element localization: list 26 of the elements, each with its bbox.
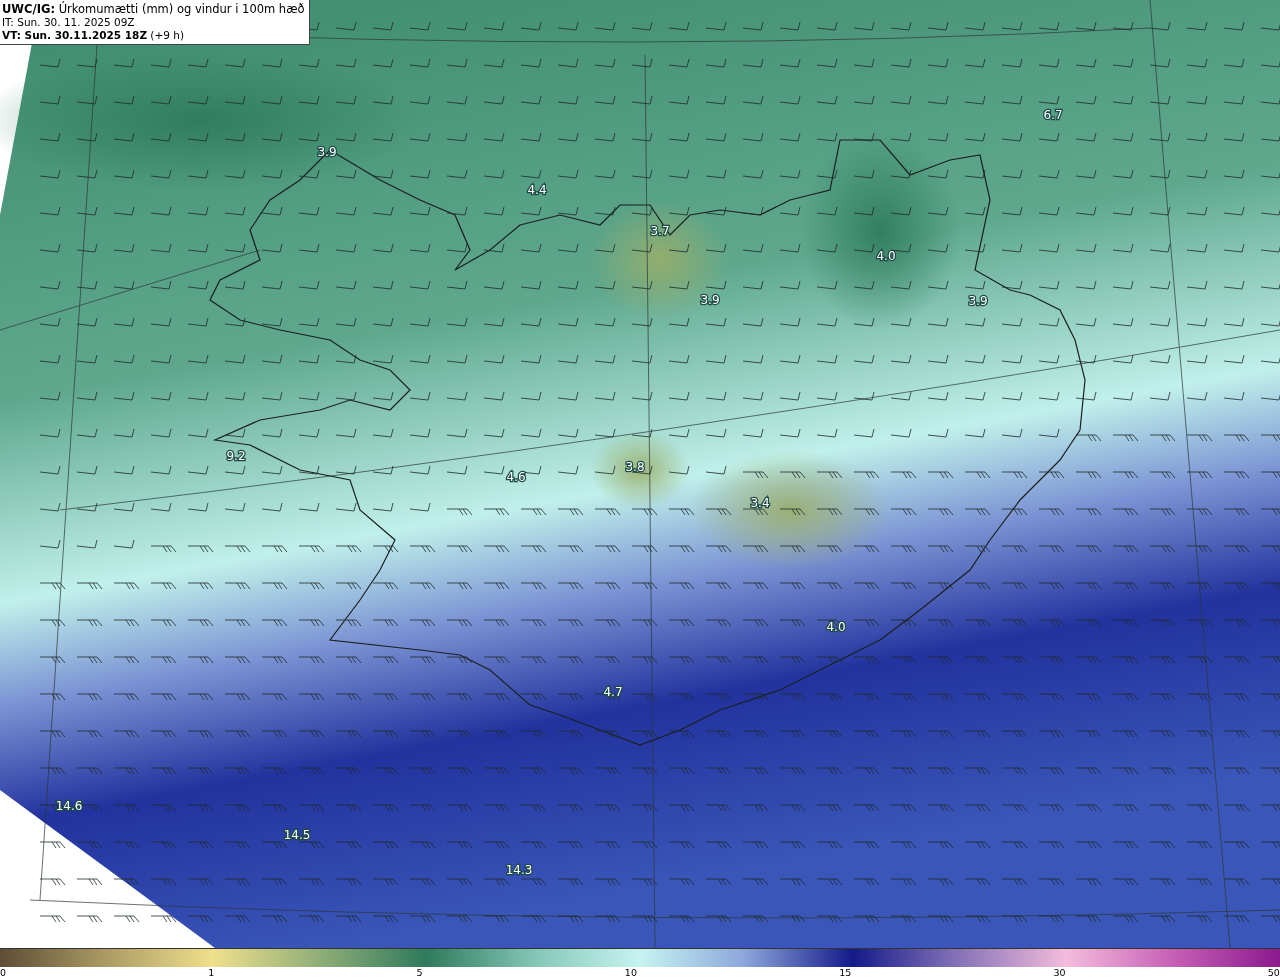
precipitation-value: 3.8 [625,460,645,474]
precipitation-value: 6.7 [1043,108,1063,122]
precipitation-value: 3.4 [750,496,770,510]
precipitation-value: 14.5 [283,828,311,842]
map-title: UWC/IG: Úrkomumætti (mm) og vindur i 100m hæð [2,3,305,16]
precipitation-value: 4.0 [876,249,896,263]
precipitation-value: 3.9 [700,293,720,307]
precipitation-value: 4.6 [506,470,526,484]
init-time: IT: Sun. 30. 11. 2025 09Z [2,16,136,29]
precipitation-value: 14.6 [55,799,83,813]
scale-tick-label: 5 [416,967,423,978]
scale-tick-label: 30 [1053,967,1066,978]
precipitation-value: 4.4 [527,183,547,197]
valid-time: VT: Sun. 30.11.2025 18Z (+9 h) [2,29,186,42]
precipitation-value: 3.9 [317,145,337,159]
precipitation-value: 9.2 [226,449,246,463]
scale-tick-label: 1 [208,967,215,978]
precipitation-value: 14.3 [505,863,533,877]
scale-tick-label: 50 [1267,967,1280,978]
scale-tick-label: 10 [624,967,637,978]
precipitation-value: 3.7 [650,224,670,238]
precipitation-value: 4.7 [603,685,623,699]
scale-tick-label: 0 [0,967,7,978]
scale-tick-label: 15 [839,967,852,978]
precipitation-value: 4.0 [826,620,846,634]
precipitation-value: 3.9 [968,294,988,308]
